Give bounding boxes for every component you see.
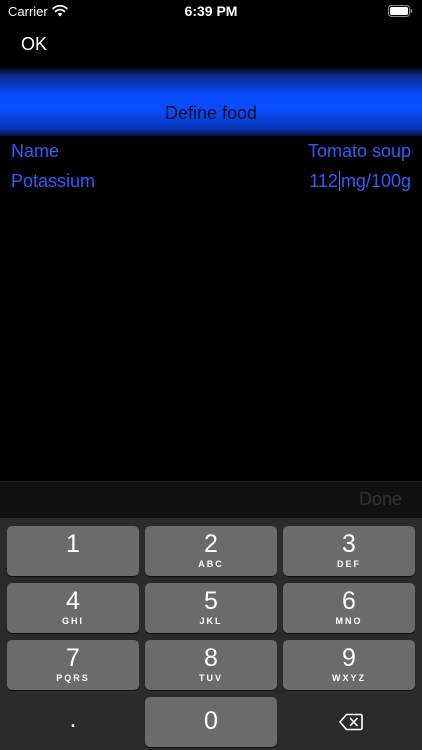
key-1[interactable]: 1: [7, 526, 139, 576]
key-digit: 0: [204, 707, 218, 735]
key-letters: DEF: [337, 559, 361, 569]
status-bar: Carrier 6:39 PM: [0, 0, 422, 26]
status-time: 6:39 PM: [184, 3, 238, 19]
potassium-value: 112: [309, 171, 338, 191]
key-digit: 3: [342, 530, 356, 558]
key-digit: 8: [204, 644, 218, 672]
key-6[interactable]: 6 MNO: [283, 583, 415, 633]
key-9[interactable]: 9 WXYZ: [283, 640, 415, 690]
potassium-label: Potassium: [11, 171, 96, 191]
page-title: Define food: [164, 103, 258, 123]
key-letters: ABC: [198, 559, 224, 569]
key-digit: 5: [204, 587, 218, 615]
key-4[interactable]: 4 GHI: [7, 583, 139, 633]
done-button[interactable]: Done: [359, 489, 402, 510]
keypad: 1 2 ABC 3 DEF 4 GHI 5 JKL 6 MNO 7 PQRS 8…: [0, 518, 422, 750]
numeric-keyboard: Done 1 2 ABC 3 DEF 4 GHI 5 JKL 6 MNO 7 P…: [0, 481, 422, 750]
potassium-field[interactable]: 112 mg/100g: [309, 171, 411, 192]
ok-button[interactable]: OK: [21, 34, 47, 55]
key-7[interactable]: 7 PQRS: [7, 640, 139, 690]
key-digit: .: [69, 705, 77, 733]
key-digit: 4: [66, 587, 80, 615]
key-3[interactable]: 3 DEF: [283, 526, 415, 576]
key-2[interactable]: 2 ABC: [145, 526, 277, 576]
key-letters: TUV: [199, 673, 223, 683]
key-5[interactable]: 5 JKL: [145, 583, 277, 633]
title-banner: Define food: [0, 66, 422, 136]
key-0[interactable]: 0: [145, 697, 277, 747]
key-letters: WXYZ: [332, 673, 366, 683]
potassium-unit: mg/100g: [340, 171, 411, 191]
key-digit: 9: [342, 644, 356, 672]
key-letters: MNO: [335, 616, 363, 626]
key-digit: 6: [342, 587, 356, 615]
potassium-row[interactable]: Potassium 112 mg/100g: [0, 169, 422, 197]
key-digit: 7: [66, 644, 80, 672]
key-decimal[interactable]: .: [7, 697, 139, 747]
key-digit: 2: [204, 530, 218, 558]
key-letters: JKL: [199, 616, 223, 626]
name-label: Name: [11, 141, 60, 161]
key-digit: 1: [66, 530, 80, 558]
backspace-key[interactable]: [283, 697, 415, 747]
backspace-icon: [339, 713, 363, 731]
key-letters: PQRS: [56, 673, 90, 683]
text-caret: [338, 171, 340, 191]
key-8[interactable]: 8 TUV: [145, 640, 277, 690]
keyboard-toolbar: Done: [0, 481, 422, 518]
key-letters: GHI: [61, 616, 84, 626]
nav-bar: OK: [0, 26, 422, 66]
name-value[interactable]: Tomato soup: [308, 141, 411, 162]
battery-icon: [388, 5, 413, 17]
name-row[interactable]: Name Tomato soup: [0, 139, 422, 167]
